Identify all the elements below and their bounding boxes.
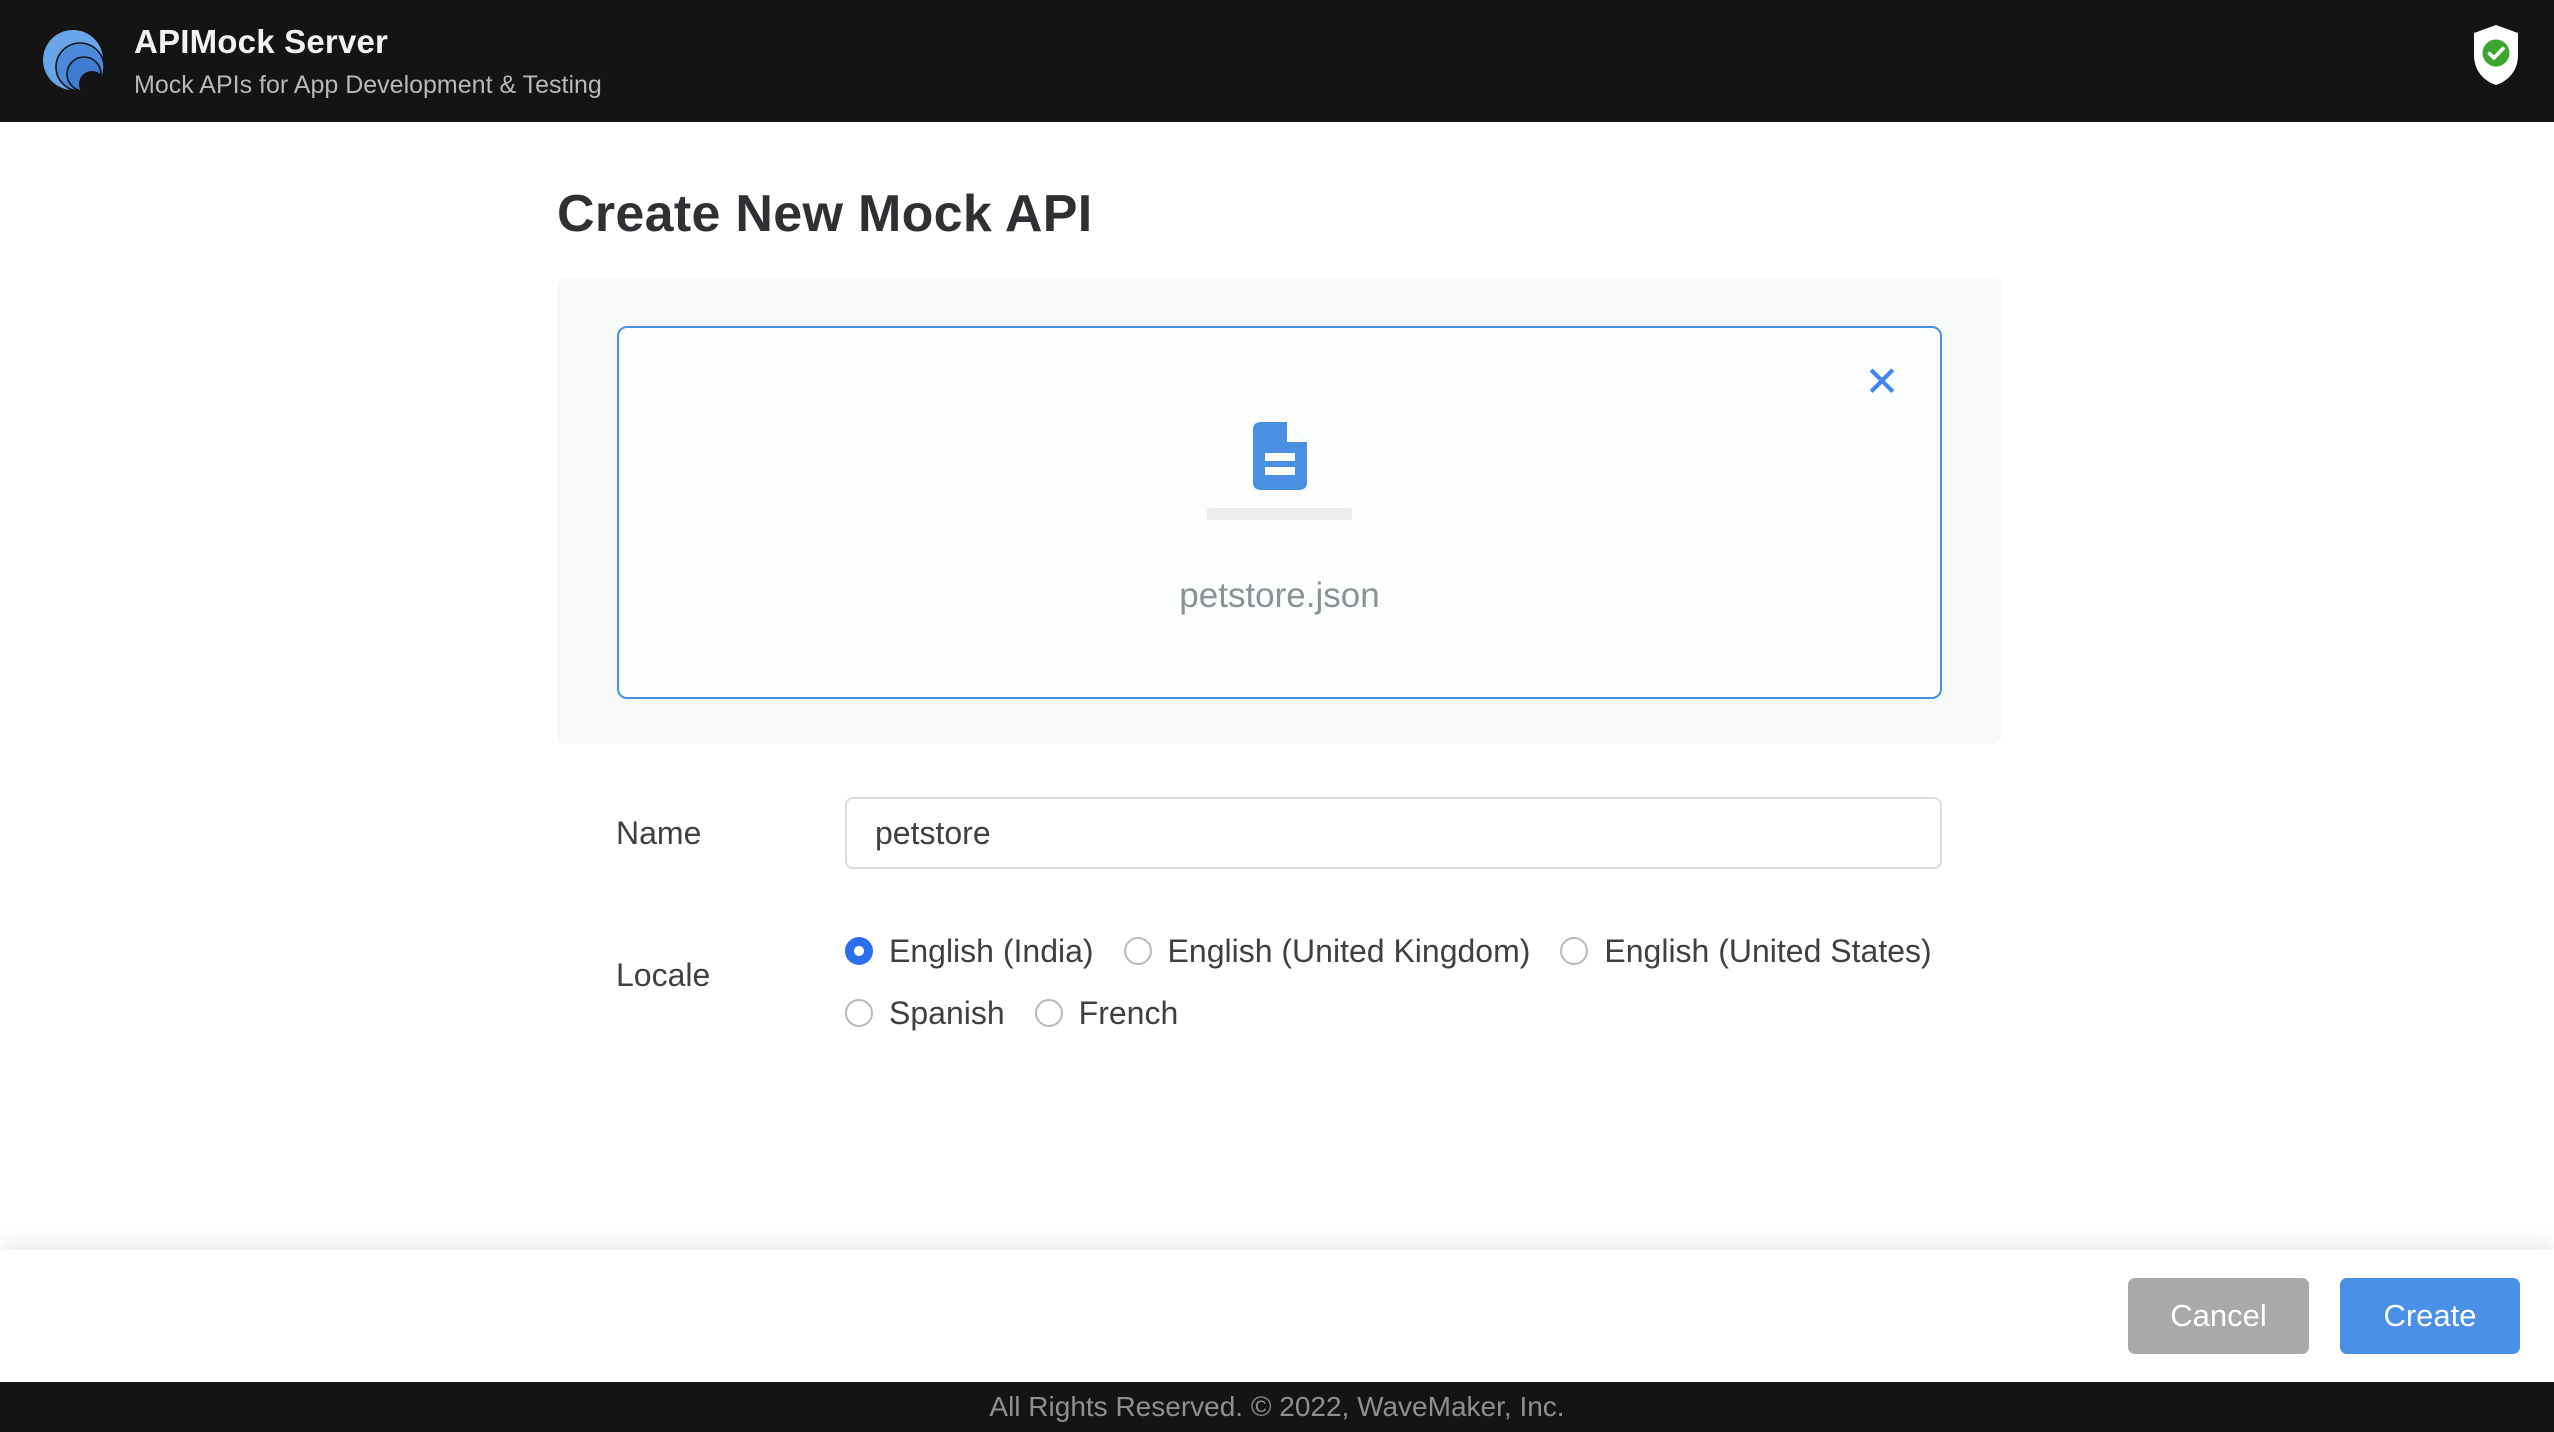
app-title: APIMock Server	[134, 22, 389, 60]
upload-file-card[interactable]: ✕ petstore.json	[617, 326, 1942, 699]
locale-radio-label: French	[1078, 994, 1179, 1031]
locale-radio-option[interactable]: French	[1034, 987, 1179, 1039]
copyright-bar: All Rights Reserved. © 2022, WaveMaker, …	[0, 1382, 2554, 1432]
upload-file-preview: petstore.json	[619, 328, 1940, 697]
locale-label: Locale	[616, 957, 711, 993]
header-text: APIMock Server Mock APIs for App Develop…	[134, 23, 602, 100]
radio-icon[interactable]	[1560, 937, 1589, 965]
app-subtitle: Mock APIs for App Development & Testing	[134, 70, 602, 99]
radio-icon[interactable]	[845, 999, 873, 1027]
name-field-row: Name	[557, 797, 2002, 869]
content-column: Create New Mock API ✕ petstore.json Name…	[557, 122, 2002, 1039]
name-input[interactable]	[845, 797, 1942, 869]
locale-radio-label: English (United Kingdom)	[1167, 932, 1531, 969]
main-content: Create New Mock API ✕ petstore.json Name…	[0, 122, 2554, 1250]
upload-progress-track	[1207, 508, 1352, 520]
locale-radio-label: English (India)	[889, 932, 1094, 969]
locale-radio-option[interactable]: English (United Kingdom)	[1123, 925, 1531, 977]
security-shield-icon[interactable]	[2472, 24, 2520, 86]
radio-icon[interactable]	[845, 937, 873, 965]
radio-icon[interactable]	[1034, 999, 1063, 1027]
locale-options: English (India) English (United Kingdom)…	[845, 925, 1945, 1039]
uploaded-filename: petstore.json	[1179, 576, 1380, 615]
locale-radio-label: English (United States)	[1604, 932, 1932, 969]
locale-radio-option[interactable]: English (India)	[845, 925, 1094, 977]
create-button[interactable]: Create	[2340, 1278, 2520, 1354]
locale-field-row: Locale English (India) English (United K…	[557, 925, 2002, 1039]
action-bar: Cancel Create	[0, 1250, 2554, 1382]
wavemaker-logo-icon	[42, 24, 108, 98]
radio-icon[interactable]	[1123, 937, 1152, 965]
page-title: Create New Mock API	[557, 185, 1093, 243]
cancel-button[interactable]: Cancel	[2128, 1278, 2309, 1354]
copyright-text: All Rights Reserved. © 2022, WaveMaker, …	[989, 1391, 1565, 1422]
app-header: APIMock Server Mock APIs for App Develop…	[0, 0, 2554, 122]
locale-radio-option[interactable]: Spanish	[845, 987, 1005, 1039]
locale-radio-option[interactable]: English (United States)	[1560, 925, 1932, 977]
name-label: Name	[616, 814, 702, 851]
locale-radio-label: Spanish	[889, 994, 1005, 1031]
document-icon	[1252, 422, 1307, 490]
upload-dropzone: ✕ petstore.json	[557, 278, 2002, 744]
